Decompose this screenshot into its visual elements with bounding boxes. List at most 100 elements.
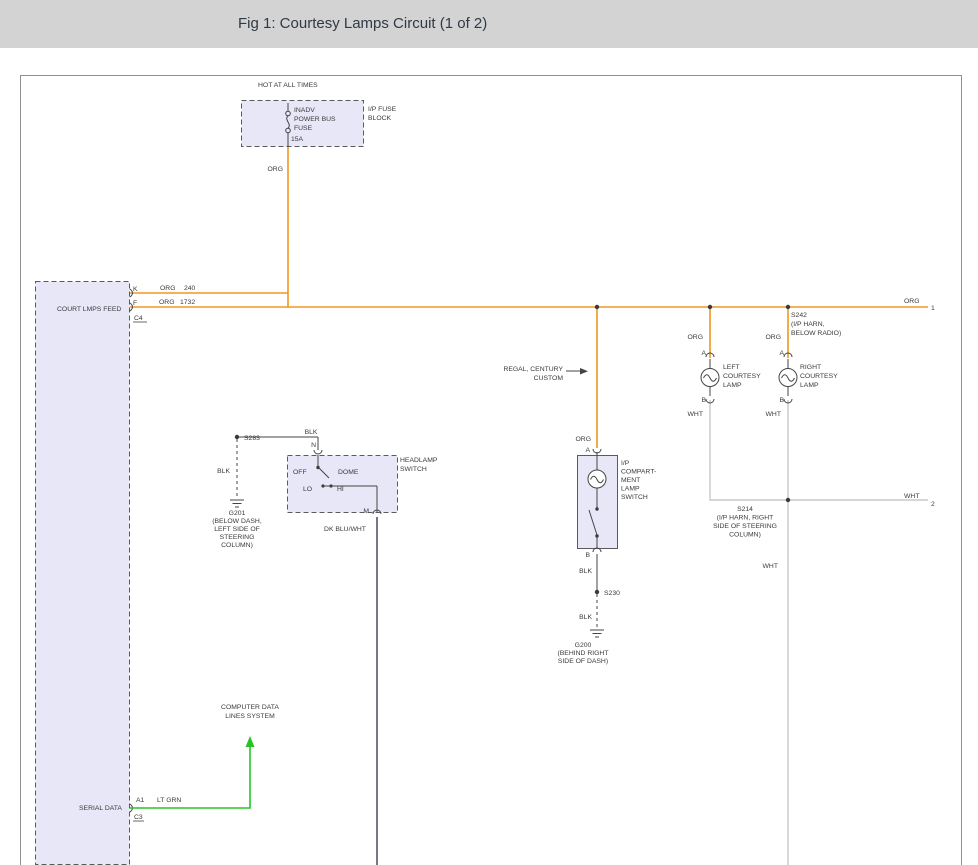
connector-id-label: C3 [134, 814, 143, 821]
headlamp-switch-label: HEADLAMP [400, 457, 438, 464]
fuse-name-label: POWER BUS [294, 116, 336, 123]
splice-s214 [786, 498, 790, 502]
wire-color-label: WHT [688, 411, 703, 418]
lamp-switch-label: LAMP [621, 486, 640, 493]
wire-color-label: BLK [217, 468, 230, 475]
computer-data-label: LINES SYSTEM [225, 713, 275, 720]
splice-s242 [786, 305, 790, 309]
ground-label: STEERING [220, 534, 255, 541]
headlamp-switch-box [288, 456, 398, 513]
computer-data-label: COMPUTER DATA [221, 704, 279, 711]
splice-label: S283 [244, 435, 260, 442]
left-lamp-label: LEFT [723, 364, 740, 371]
left-courtesy-lamp [701, 353, 719, 403]
arrow-right-icon [580, 368, 588, 375]
ground-symbol-g201 [230, 500, 244, 507]
wire-color-label: DK BLU/WHT [324, 526, 366, 533]
pin-label: B [779, 397, 784, 404]
wire-color-label: ORG [160, 285, 175, 292]
left-lamp-label: LAMP [723, 382, 742, 389]
wire-color-label: WHT [763, 563, 778, 570]
circuit-number-label: 1732 [180, 299, 195, 306]
switch-position-label: OFF [293, 469, 307, 476]
serial-data-label: SERIAL DATA [79, 805, 122, 812]
wire-color-label: BLK [579, 568, 592, 575]
pin-label: F [133, 300, 137, 307]
ground-label: (BEHIND RIGHT [558, 650, 609, 657]
left-lamp-label: COURTESY [723, 373, 761, 380]
wht-return-wires [710, 400, 928, 865]
wire-color-label: WHT [766, 411, 781, 418]
pin-label: B [701, 397, 706, 404]
wire-color-label: WHT [904, 493, 919, 500]
fuse-block-label: BLOCK [368, 115, 392, 122]
junction-dot [595, 305, 599, 309]
left-connector-pins [130, 289, 147, 821]
circuit-number-label: 240 [184, 285, 196, 292]
org-feed-wires [130, 147, 928, 448]
switch-position-label: HI [337, 486, 344, 493]
splice-label: S230 [604, 590, 620, 597]
right-courtesy-lamp [779, 353, 797, 403]
pin-label: A1 [136, 797, 145, 804]
wiring-diagram: HOT AT ALL TIMES INADV POWER BUS FUSE 15… [0, 0, 978, 865]
pin-label: K [133, 286, 138, 293]
splice-label: S242 [791, 312, 807, 319]
lamp-switch-label: COMPART- [621, 469, 656, 476]
wire-color-label: ORG [766, 334, 781, 341]
splice-s230 [595, 590, 599, 594]
pin-label: N [311, 442, 316, 449]
serial-data-wire [130, 736, 255, 808]
pin-label: A [585, 447, 590, 454]
offpage-ref: 2 [931, 501, 935, 508]
splice-label: SIDE OF STEERING [713, 523, 777, 530]
offpage-ref: 1 [931, 305, 935, 312]
wire-color-label: BLK [305, 429, 318, 436]
splice-label: (I/P HARN, [791, 321, 825, 328]
lamp-switch-label: MENT [621, 477, 640, 484]
fuse-name-label: INADV [294, 107, 315, 114]
ground-label: G201 [229, 510, 246, 517]
ground-label: LEFT SIDE OF [214, 526, 260, 533]
splice-label: S214 [737, 506, 753, 513]
wire-color-label: ORG [904, 298, 919, 305]
fuse-block-label: I/P FUSE [368, 106, 397, 113]
splice-label: BELOW RADIO) [791, 330, 841, 337]
fuse-rating-label: 15A [291, 136, 304, 143]
pin-label: A [779, 350, 784, 357]
connector-id-label: C4 [134, 315, 143, 322]
right-lamp-label: COURTESY [800, 373, 838, 380]
ground-label: G200 [575, 642, 592, 649]
left-connector-box [36, 282, 130, 865]
splice-s283 [235, 435, 239, 439]
lamp-switch-label: SWITCH [621, 494, 648, 501]
pin-label: M [363, 508, 369, 515]
pin-label: A [701, 350, 706, 357]
lamp-switch-label: I/P [621, 460, 630, 467]
wire-color-label: BLK [579, 614, 592, 621]
variant-note-label: CUSTOM [534, 375, 564, 382]
variant-note-arrow [566, 368, 588, 375]
right-lamp-label: LAMP [800, 382, 819, 389]
wire-color-label: ORG [576, 436, 591, 443]
diagram-border [21, 76, 962, 865]
headlamp-switch-label: SWITCH [400, 466, 427, 473]
ground-label: (BELOW DASH, [212, 518, 262, 525]
pin-label: B [585, 552, 590, 559]
fuse-name-label: FUSE [294, 125, 313, 132]
hot-at-all-times-label: HOT AT ALL TIMES [258, 82, 318, 89]
ground-symbol-g200 [590, 630, 604, 637]
arrow-up-icon [246, 736, 255, 747]
connector-feed-label: COURT LMPS FEED [57, 306, 121, 313]
junction-dot [708, 305, 712, 309]
variant-note-label: REGAL, CENTURY [503, 366, 563, 373]
ground-label: SIDE OF DASH) [558, 658, 608, 665]
wire-color-label: ORG [159, 299, 174, 306]
switch-position-label: LO [303, 486, 312, 493]
splice-label: (I/P HARN, RIGHT [717, 515, 774, 522]
wire-color-label: LT GRN [157, 797, 181, 804]
wire-color-label: ORG [268, 166, 283, 173]
right-lamp-label: RIGHT [800, 364, 821, 371]
wire-color-label: ORG [688, 334, 703, 341]
splice-label: COLUMN) [729, 532, 761, 539]
